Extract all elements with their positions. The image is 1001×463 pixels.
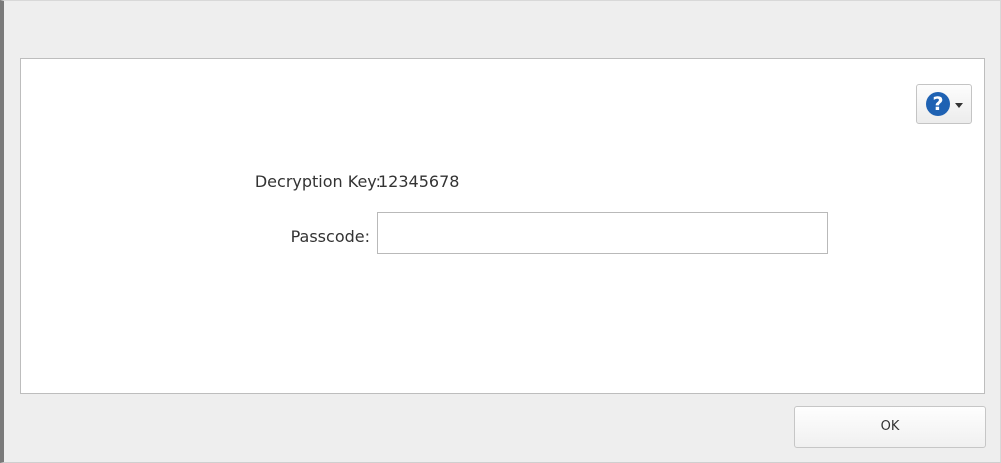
dialog-title-bar	[4, 1, 1000, 57]
passcode-label: Passcode:	[290, 227, 370, 246]
help-icon: ?	[926, 92, 950, 116]
help-menu-button[interactable]: ?	[916, 84, 972, 124]
decryption-key-value: 12345678	[378, 172, 460, 191]
passcode-input[interactable]	[377, 212, 828, 254]
dialog-content: ? Decryption Key: 12345678 Passcode:	[20, 58, 985, 394]
caret-down-icon	[955, 103, 963, 108]
decryption-key-label: Decryption Key:	[254, 172, 381, 191]
decryption-dialog: ? Decryption Key: 12345678 Passcode: OK	[0, 0, 1001, 463]
ok-button[interactable]: OK	[794, 406, 986, 448]
